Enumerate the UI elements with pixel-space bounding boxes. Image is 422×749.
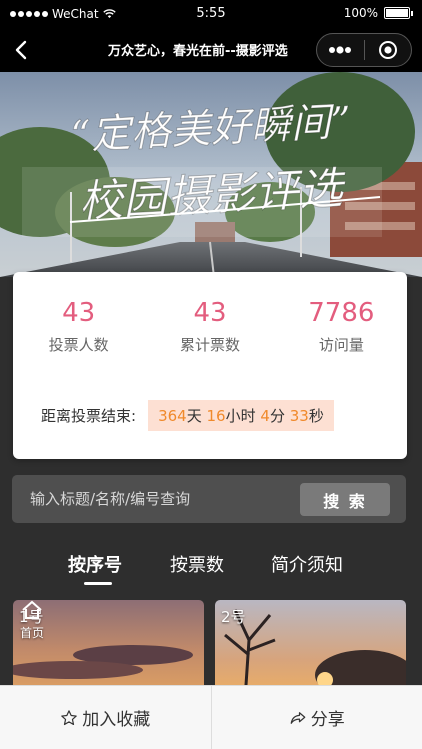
- bottom-action-bar: 加入收藏 分享: [0, 685, 422, 749]
- countdown-seconds: 33: [289, 407, 309, 425]
- phone-screen: WeChat 5:55 100% 万众艺心，春光在前--摄影评选 “定格美好瞬间…: [0, 0, 422, 749]
- countdown-minutes: 4: [260, 407, 270, 425]
- stats-card: 43 投票人数 43 累计票数 7786 访问量 距离投票结束: 364天 16…: [13, 272, 407, 459]
- countdown-days-unit: 天: [186, 407, 202, 425]
- search-button[interactable]: 搜 索: [300, 483, 390, 516]
- campus-photo: “定格美好瞬间” 校园摄影评选: [0, 72, 422, 277]
- stat-total-votes: 43 累计票数: [144, 296, 275, 355]
- stats-row: 43 投票人数 43 累计票数 7786 访问量: [13, 296, 407, 355]
- more-dots-icon: [329, 46, 352, 54]
- stat-value: 7786: [308, 298, 375, 328]
- share-label: 分享: [310, 710, 345, 730]
- countdown-timer: 364天 16小时 4分 33秒: [148, 400, 334, 431]
- stat-visits: 7786 访问量: [276, 296, 407, 355]
- stat-label: 累计票数: [179, 336, 240, 354]
- photo-number: 2号: [221, 608, 246, 626]
- countdown: 距离投票结束: 364天 16小时 4分 33秒: [41, 400, 334, 431]
- tab-intro[interactable]: 简介须知: [271, 551, 343, 577]
- countdown-seconds-unit: 秒: [308, 407, 324, 425]
- home-button[interactable]: 首页: [15, 600, 49, 640]
- active-tab-indicator: [84, 582, 112, 585]
- favorite-label: 加入收藏: [82, 710, 151, 730]
- countdown-label: 距离投票结束:: [41, 407, 137, 425]
- close-target-icon: [378, 41, 397, 59]
- chevron-left-icon: [15, 40, 27, 60]
- stat-voters: 43 投票人数: [13, 296, 144, 355]
- home-label: 首页: [19, 626, 44, 640]
- close-button[interactable]: [365, 34, 412, 66]
- countdown-minutes-unit: 分: [269, 407, 285, 425]
- share-button[interactable]: 分享: [212, 686, 422, 749]
- countdown-hours: 16: [206, 407, 226, 425]
- battery-percent: 100%: [343, 6, 378, 20]
- stat-value: 43: [62, 298, 96, 328]
- stat-label: 访问量: [318, 336, 364, 354]
- nav-bar: 万众艺心，春光在前--摄影评选: [0, 28, 422, 72]
- status-bar: WeChat 5:55 100%: [0, 0, 422, 28]
- status-right: 100%: [343, 6, 413, 20]
- tab-by-number[interactable]: 按序号: [68, 551, 122, 577]
- more-button[interactable]: [317, 34, 364, 66]
- stat-value: 43: [193, 298, 227, 328]
- banner-image: “定格美好瞬间” 校园摄影评选: [0, 72, 422, 277]
- mini-program-capsule: [316, 33, 412, 67]
- countdown-hours-unit: 小时: [225, 407, 256, 425]
- stat-label: 投票人数: [48, 336, 109, 354]
- home-icon: [22, 600, 42, 619]
- star-icon: [61, 709, 78, 725]
- favorite-button[interactable]: 加入收藏: [0, 686, 211, 749]
- countdown-days: 364: [158, 407, 187, 425]
- page-title: 万众艺心，春光在前--摄影评选: [108, 44, 288, 59]
- share-icon: [290, 711, 306, 724]
- search-bar: 搜 索: [12, 475, 406, 523]
- search-input[interactable]: [30, 475, 290, 523]
- sort-tabs: 按序号 按票数 简介须知: [0, 545, 422, 590]
- back-button[interactable]: [8, 36, 36, 64]
- tab-by-votes[interactable]: 按票数: [170, 551, 224, 577]
- battery-icon: [384, 7, 413, 19]
